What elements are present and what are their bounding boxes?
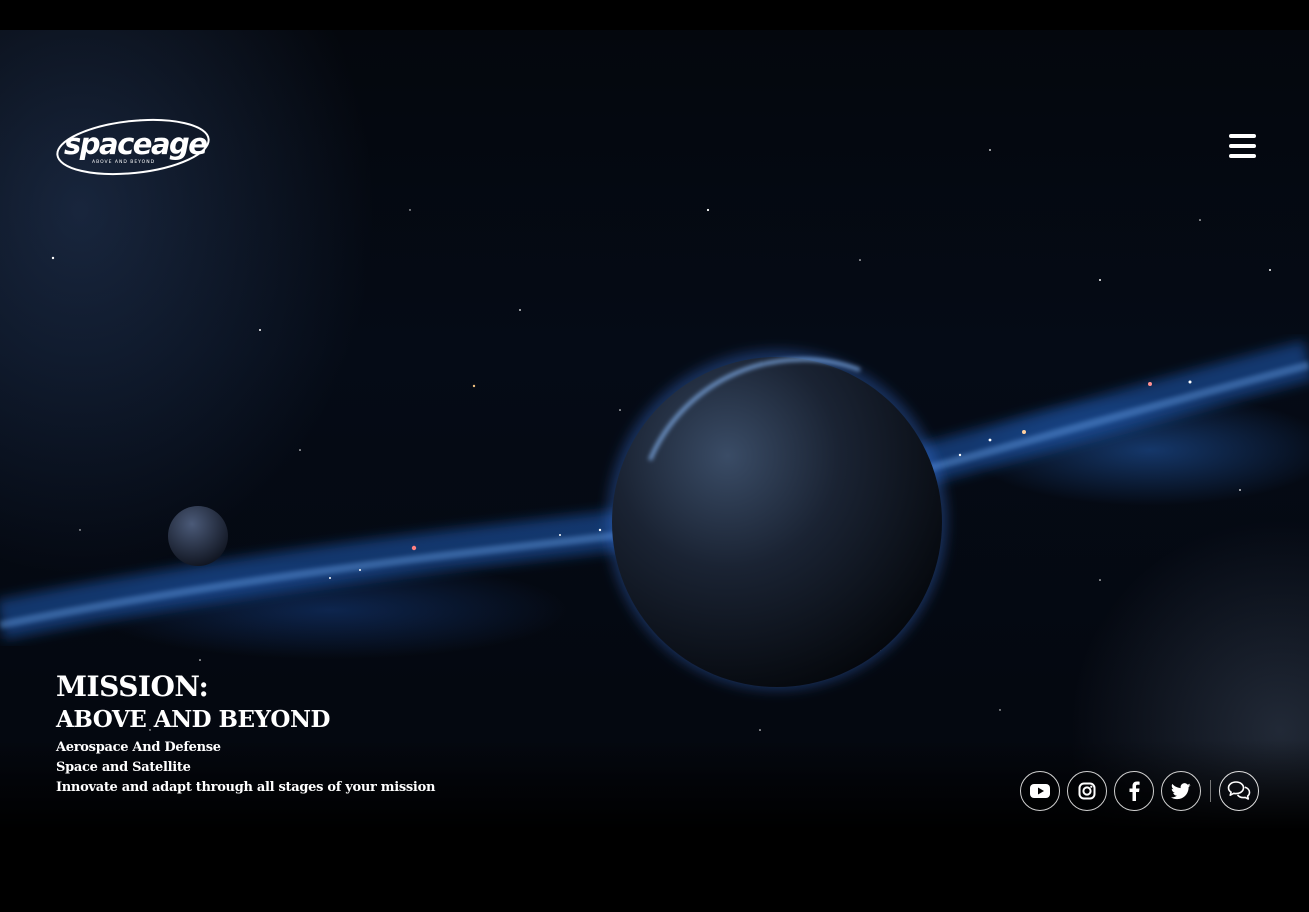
social-links [1020,770,1259,812]
hero-line-aerospace: Aerospace And Defense [56,740,221,755]
brand-logo[interactable]: spaceage ABOVE AND BEYOND [56,118,211,176]
hamburger-menu-icon[interactable] [1226,131,1258,161]
social-divider [1210,780,1211,802]
facebook-button[interactable] [1114,771,1154,811]
menu-bar-bottom [1229,154,1256,158]
chat-bubbles-icon [1227,781,1251,800]
hero-subtitle: ABOVE AND BEYOND [56,706,330,733]
hero-text: MISSION: ABOVE AND BEYOND Aerospace And … [56,670,435,798]
twitter-icon [1171,782,1191,799]
youtube-button[interactable] [1020,771,1060,811]
hero-section: spaceage ABOVE AND BEYOND MISSION: ABOVE… [0,0,1309,912]
logo-wordmark: spaceage [64,127,207,161]
menu-bar-top [1229,134,1256,138]
twitter-button[interactable] [1161,771,1201,811]
menu-bar-middle [1229,144,1256,148]
hero-line-satellite: Space and Satellite [56,760,191,775]
instagram-icon [1078,782,1096,800]
facebook-icon [1129,781,1140,801]
chat-button[interactable] [1219,771,1259,811]
logo-tagline: ABOVE AND BEYOND [92,159,155,165]
instagram-button[interactable] [1067,771,1107,811]
hero-title: MISSION: [56,670,209,703]
hero-line-mission: Innovate and adapt through all stages of… [56,780,436,795]
youtube-icon [1030,784,1050,798]
